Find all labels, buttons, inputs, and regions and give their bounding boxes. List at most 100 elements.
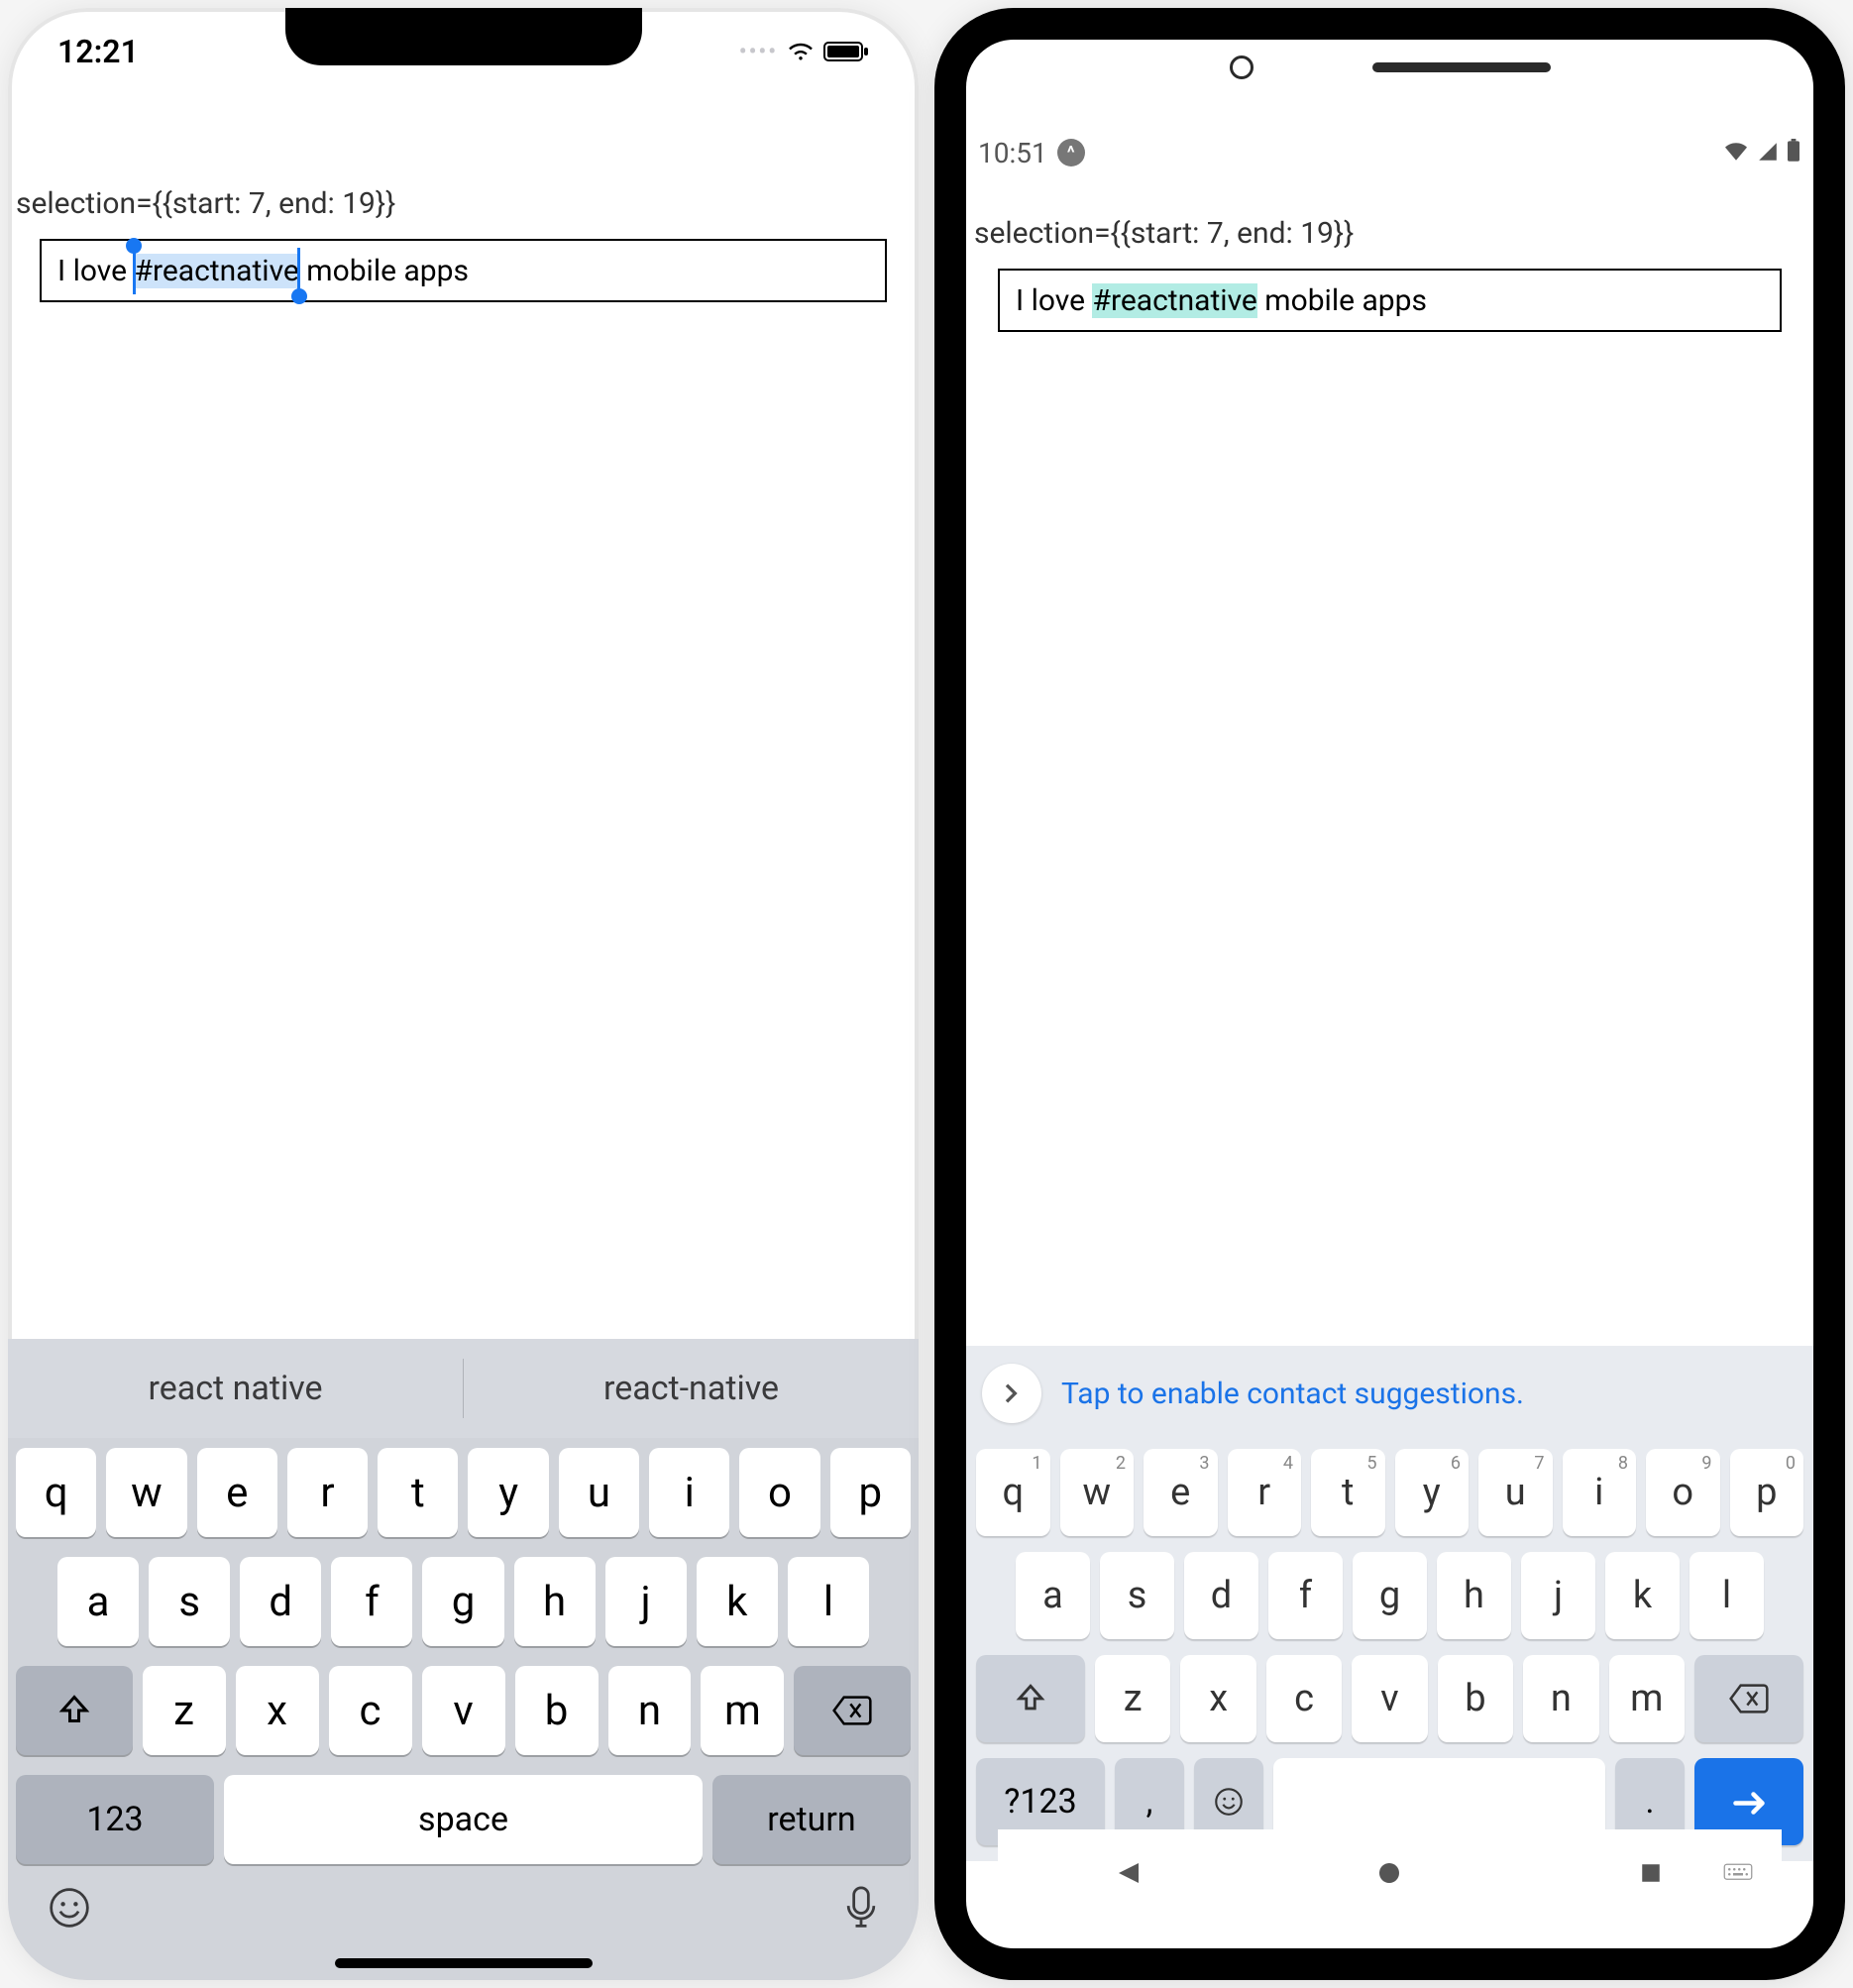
ios-key-row-3: z x c v b n m xyxy=(8,1656,919,1765)
key-r[interactable]: r xyxy=(287,1448,368,1537)
keyboard-toggle-icon[interactable] xyxy=(1718,1858,1758,1888)
backspace-key[interactable] xyxy=(794,1666,911,1755)
key-o[interactable]: o9 xyxy=(1646,1449,1720,1536)
space-key[interactable]: space xyxy=(224,1775,703,1864)
selection-prop-label: selection={{start: 7, end: 19}} xyxy=(8,186,919,239)
ios-keyboard: react native react-native q w e r t y u … xyxy=(8,1339,919,1980)
key-u[interactable]: u7 xyxy=(1478,1449,1553,1536)
backspace-key[interactable] xyxy=(1694,1655,1803,1742)
key-f[interactable]: f xyxy=(331,1557,412,1646)
android-key-row-2: a s d f g h j k l xyxy=(966,1544,1813,1647)
camera-icon xyxy=(1230,55,1254,79)
mic-icon[interactable] xyxy=(843,1886,879,1940)
key-q[interactable]: q xyxy=(16,1448,96,1537)
key-j[interactable]: j xyxy=(605,1557,687,1646)
android-nav-bar xyxy=(998,1829,1782,1917)
key-q[interactable]: q1 xyxy=(976,1449,1050,1536)
key-f[interactable]: f xyxy=(1268,1552,1343,1639)
key-m[interactable]: m xyxy=(701,1666,784,1755)
key-b[interactable]: b xyxy=(1438,1655,1513,1742)
key-n[interactable]: n xyxy=(1523,1655,1598,1742)
key-d[interactable]: d xyxy=(240,1557,321,1646)
wifi-icon xyxy=(1722,137,1750,169)
key-e[interactable]: e xyxy=(197,1448,277,1537)
ios-key-row-1: q w e r t y u i o p xyxy=(8,1438,919,1547)
key-t[interactable]: t5 xyxy=(1311,1449,1385,1536)
input-text-after: mobile apps xyxy=(299,254,469,288)
android-device: 10:51 ^ selection={{start: 7, end: 19}} … xyxy=(934,8,1845,1980)
key-r[interactable]: r4 xyxy=(1228,1449,1302,1536)
key-o[interactable]: o xyxy=(739,1448,819,1537)
speaker-icon xyxy=(1372,62,1551,72)
key-p[interactable]: p xyxy=(830,1448,911,1537)
key-c[interactable]: c xyxy=(329,1666,412,1755)
android-suggestion-text[interactable]: Tap to enable contact suggestions. xyxy=(1061,1377,1524,1411)
key-m[interactable]: m xyxy=(1609,1655,1685,1742)
ios-key-row-2: a s d f g h j k l xyxy=(8,1547,919,1656)
text-input[interactable]: I love #reactnative mobile apps xyxy=(998,269,1782,332)
ios-cell-dots-icon: •••• xyxy=(739,40,778,64)
key-b[interactable]: b xyxy=(515,1666,599,1755)
key-z[interactable]: z xyxy=(1095,1655,1170,1742)
text-input[interactable]: I love #reactnative mobile apps xyxy=(40,239,887,302)
key-w[interactable]: w xyxy=(106,1448,186,1537)
key-c[interactable]: c xyxy=(1266,1655,1342,1742)
key-g[interactable]: g xyxy=(422,1557,503,1646)
nav-home-icon[interactable] xyxy=(1369,1858,1409,1888)
key-l[interactable]: l xyxy=(1690,1552,1764,1639)
ios-suggestion-2[interactable]: react-native xyxy=(464,1369,919,1408)
emoji-icon[interactable] xyxy=(48,1886,91,1940)
ios-suggestion-bar: react native react-native xyxy=(8,1339,919,1438)
nav-back-icon[interactable] xyxy=(1109,1858,1148,1888)
key-x[interactable]: x xyxy=(1180,1655,1255,1742)
key-y[interactable]: y6 xyxy=(1395,1449,1470,1536)
battery-icon xyxy=(1786,137,1801,169)
key-i[interactable]: i8 xyxy=(1563,1449,1637,1536)
key-n[interactable]: n xyxy=(608,1666,692,1755)
key-k[interactable]: k xyxy=(697,1557,778,1646)
key-y[interactable]: y xyxy=(468,1448,548,1537)
key-g[interactable]: g xyxy=(1353,1552,1427,1639)
key-s[interactable]: s xyxy=(149,1557,230,1646)
input-text-before: I love xyxy=(57,254,134,288)
cell-signal-icon xyxy=(1756,137,1780,169)
key-u[interactable]: u xyxy=(559,1448,639,1537)
input-text-selected: #reactnative xyxy=(134,254,298,288)
android-hardware xyxy=(934,28,1845,107)
ios-key-row-4: 123 space return xyxy=(8,1765,919,1874)
ios-suggestion-1[interactable]: react native xyxy=(8,1369,463,1408)
home-indicator[interactable] xyxy=(335,1958,593,1968)
iphone-device: 12:21 •••• selection={{start: 7, end: 19… xyxy=(8,8,919,1980)
key-z[interactable]: z xyxy=(143,1666,226,1755)
input-text-selected: #reactnative xyxy=(1092,283,1256,318)
key-v[interactable]: v xyxy=(422,1666,505,1755)
shift-key[interactable] xyxy=(976,1655,1085,1742)
key-h[interactable]: h xyxy=(1437,1552,1511,1639)
key-e[interactable]: e3 xyxy=(1144,1449,1218,1536)
android-time: 10:51 xyxy=(978,137,1047,169)
iphone-notch xyxy=(285,8,642,65)
input-text-after: mobile apps xyxy=(1257,283,1427,318)
key-k[interactable]: k xyxy=(1605,1552,1680,1639)
numbers-key[interactable]: 123 xyxy=(16,1775,214,1864)
key-d[interactable]: d xyxy=(1184,1552,1258,1639)
key-s[interactable]: s xyxy=(1100,1552,1174,1639)
key-a[interactable]: a xyxy=(1016,1552,1090,1639)
chevron-right-icon[interactable] xyxy=(982,1364,1041,1423)
key-h[interactable]: h xyxy=(514,1557,596,1646)
key-a[interactable]: a xyxy=(57,1557,139,1646)
key-w[interactable]: w2 xyxy=(1060,1449,1135,1536)
key-l[interactable]: l xyxy=(788,1557,869,1646)
key-v[interactable]: v xyxy=(1352,1655,1427,1742)
key-j[interactable]: j xyxy=(1521,1552,1595,1639)
nav-recent-icon[interactable] xyxy=(1631,1858,1671,1888)
return-key[interactable]: return xyxy=(712,1775,911,1864)
key-x[interactable]: x xyxy=(236,1666,319,1755)
key-i[interactable]: i xyxy=(649,1448,729,1537)
key-t[interactable]: t xyxy=(378,1448,458,1537)
android-suggestion-bar: Tap to enable contact suggestions. xyxy=(966,1346,1813,1441)
shift-key[interactable] xyxy=(16,1666,133,1755)
input-text-before: I love xyxy=(1016,283,1092,318)
ios-time: 12:21 xyxy=(57,33,139,70)
key-p[interactable]: p0 xyxy=(1730,1449,1804,1536)
